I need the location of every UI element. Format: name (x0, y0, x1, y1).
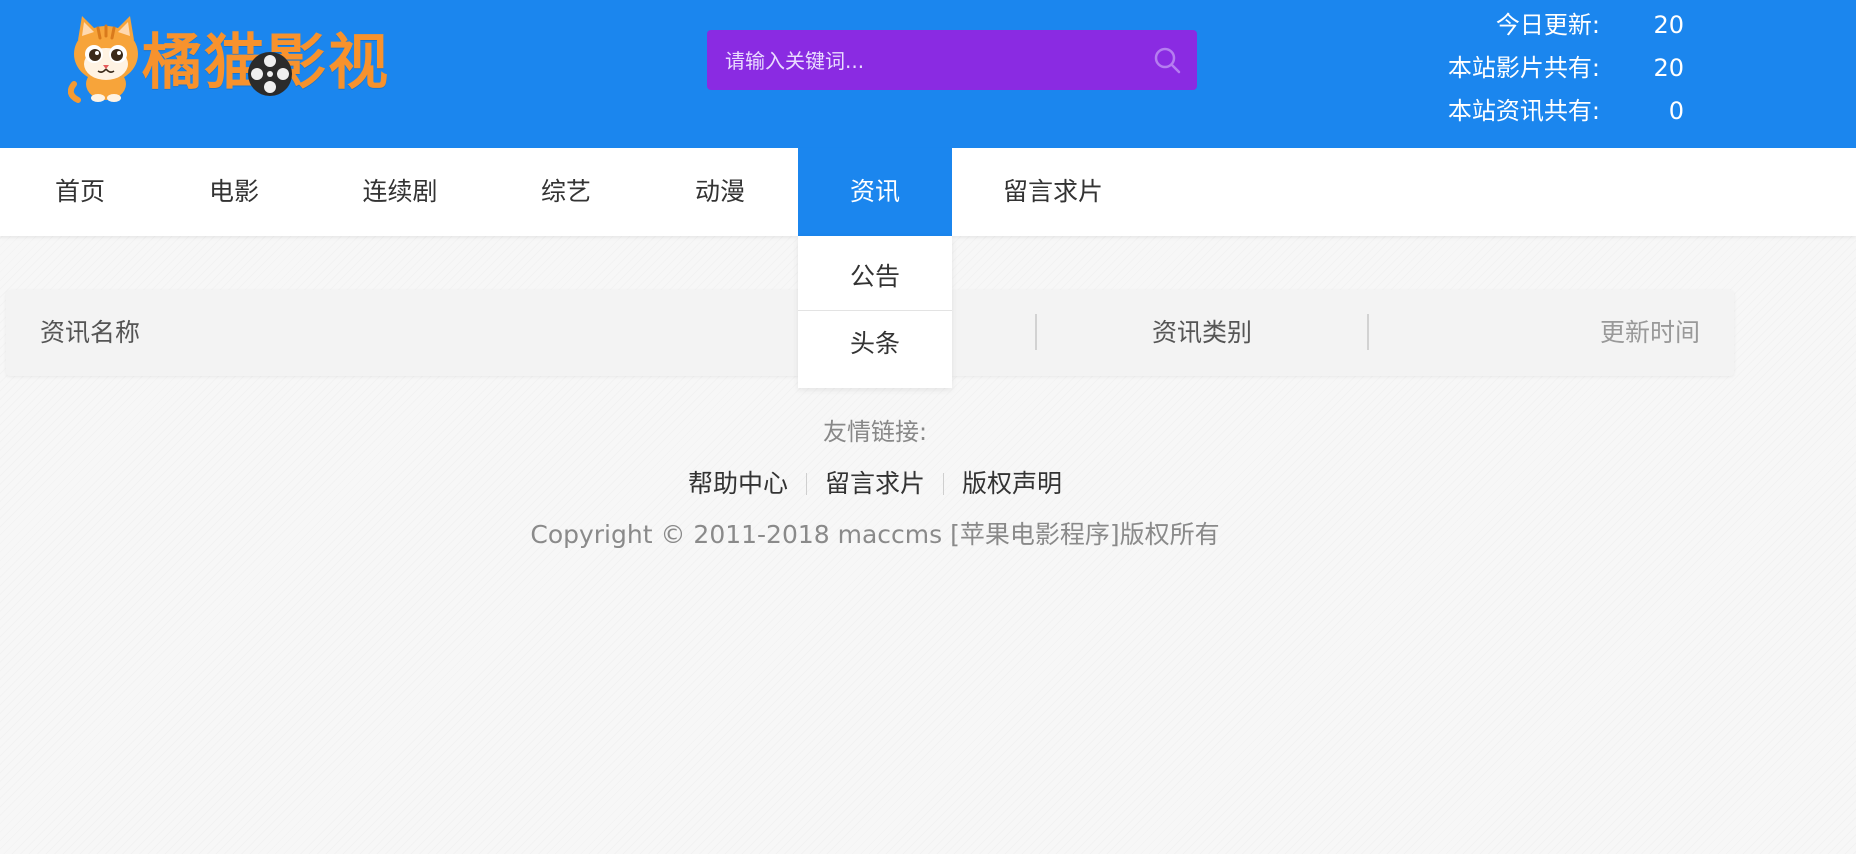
search-icon[interactable] (1153, 46, 1181, 74)
search-input[interactable] (723, 30, 1127, 92)
site-stats: 今日更新: 20 本站影片共有: 20 本站资讯共有: 0 (1420, 4, 1740, 133)
site-header: 橘猫影视 今日更新: 20 本站影片共有: 20 本站资讯共有: 0 (0, 0, 1856, 148)
column-update-time: 更新时间 (1599, 318, 1700, 347)
nav-item-series[interactable]: 连续剧 (340, 148, 460, 236)
footer-link-help[interactable]: 帮助中心 (670, 464, 806, 500)
copyright-text: Copyright © 2011-2018 maccms [苹果电影程序]版权所… (530, 520, 1220, 549)
main-nav: 首页 电影 连续剧 综艺 动漫 资讯 留言求片 (0, 148, 1856, 236)
nav-item-request[interactable]: 留言求片 (990, 148, 1116, 236)
site-logo[interactable]: 橘猫影视 (68, 14, 448, 104)
stat-total-movies: 本站影片共有: 20 (1420, 47, 1740, 90)
column-divider (1367, 314, 1369, 350)
film-reel-icon (248, 52, 292, 96)
stat-today-updates: 今日更新: 20 (1420, 4, 1740, 47)
nav-item-variety[interactable]: 综艺 (518, 148, 614, 236)
nav-item-home[interactable]: 首页 (32, 148, 128, 236)
dropdown-item-announcement[interactable]: 公告 (798, 244, 952, 311)
footer-link-request[interactable]: 留言求片 (807, 464, 943, 500)
stat-value: 20 (1653, 11, 1684, 39)
stat-label: 今日更新: (1495, 11, 1600, 39)
news-dropdown: 公告 头条 (798, 236, 952, 388)
search-box (707, 30, 1197, 92)
stat-total-news: 本站资讯共有: 0 (1420, 90, 1740, 133)
friend-links-title: 友情链接: (822, 418, 928, 446)
footer-link-copyright[interactable]: 版权声明 (944, 464, 1080, 500)
stat-value: 20 (1653, 54, 1684, 82)
stat-label: 本站影片共有: (1447, 54, 1600, 82)
nav-item-movies[interactable]: 电影 (186, 148, 282, 236)
cat-mascot-icon (68, 16, 138, 103)
nav-item-anime[interactable]: 动漫 (672, 148, 768, 236)
column-news-name: 资讯名称 (40, 318, 141, 347)
column-news-category: 资讯类别 (1152, 318, 1253, 347)
footer-links: 帮助中心 留言求片 版权声明 (0, 464, 1750, 500)
stat-value: 0 (1668, 97, 1684, 125)
nav-item-news[interactable]: 资讯 (798, 148, 952, 236)
column-divider (1035, 314, 1037, 350)
dropdown-item-headline[interactable]: 头条 (798, 311, 952, 377)
stat-label: 本站资讯共有: (1447, 97, 1600, 125)
